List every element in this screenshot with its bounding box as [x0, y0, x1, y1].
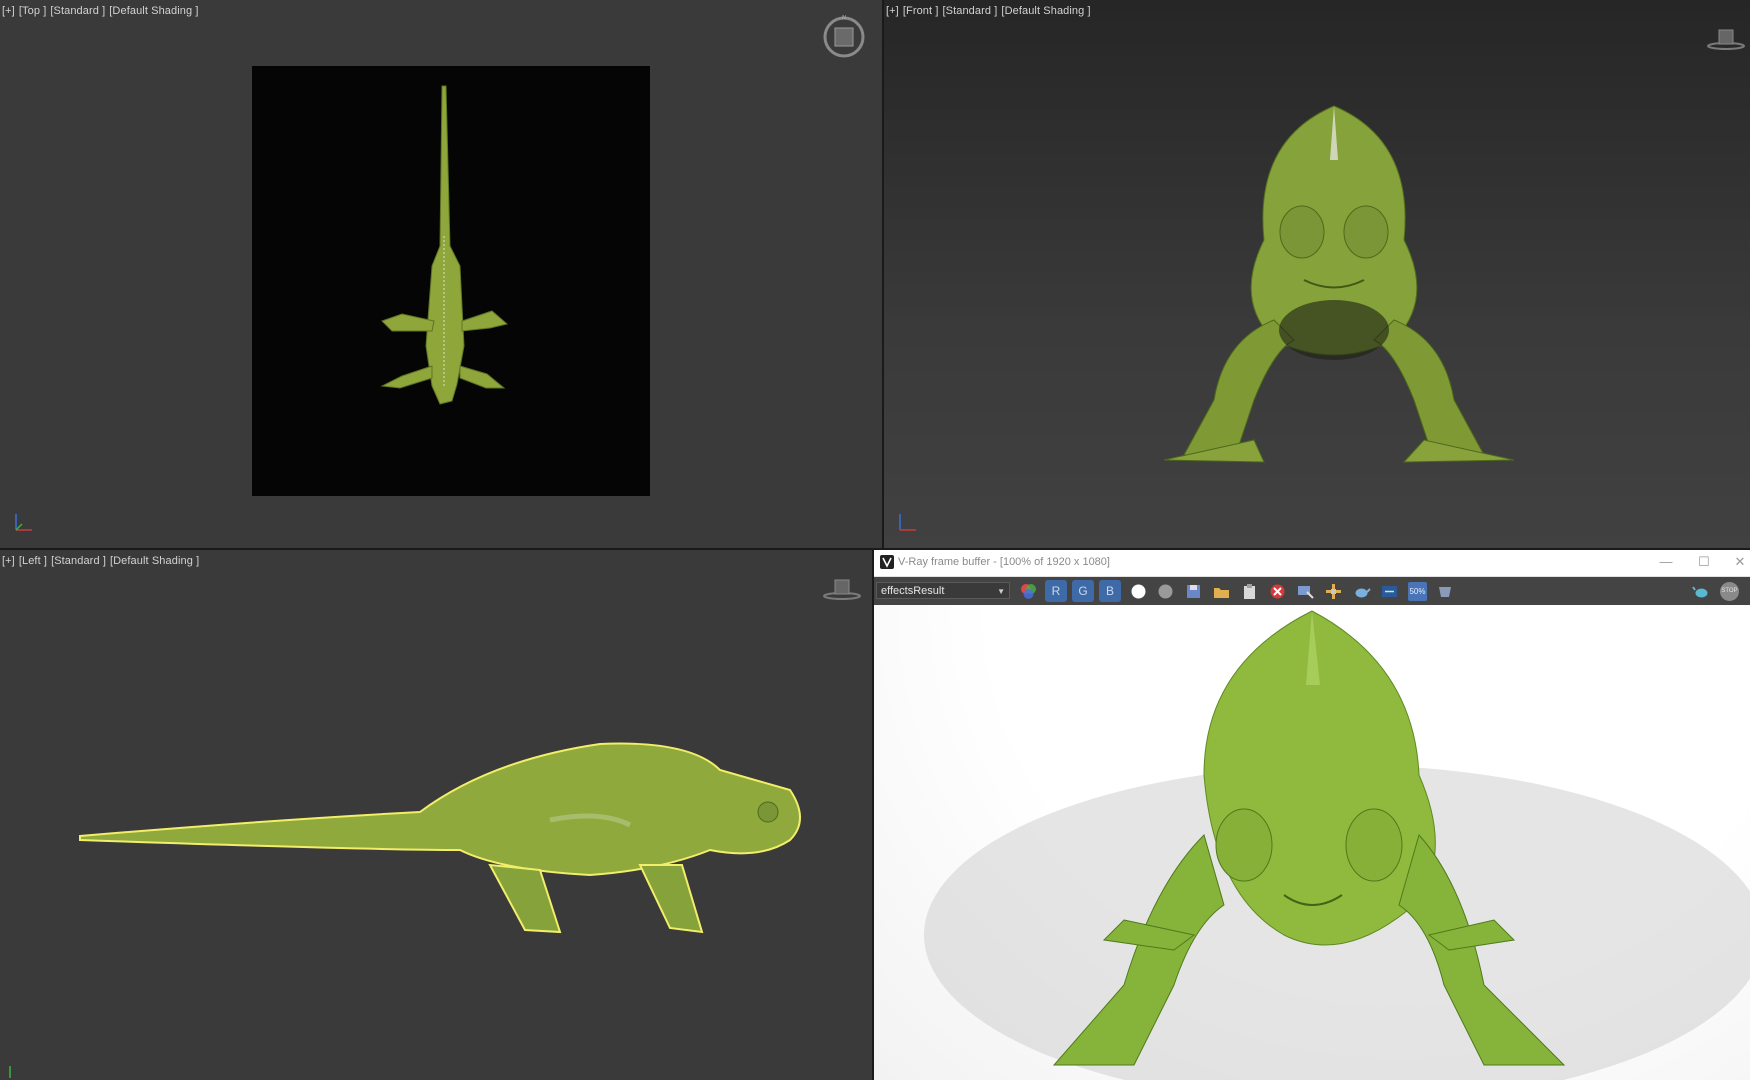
- viewport-standard[interactable]: [Standard ]: [943, 5, 998, 17]
- viewcube-icon[interactable]: N: [820, 13, 868, 61]
- track-mouse-icon[interactable]: [1296, 582, 1315, 601]
- viewport-menu-plus[interactable]: [+]: [2, 5, 15, 17]
- region-render-icon[interactable]: [1324, 582, 1343, 601]
- minimize-icon[interactable]: —: [1654, 552, 1678, 572]
- chevron-down-icon: ▼: [997, 587, 1005, 596]
- viewport-front[interactable]: [+] [Front ] [Standard ] [Default Shading ]: [884, 0, 1750, 548]
- chameleon-top-view[interactable]: [252, 66, 650, 496]
- render-channel-select[interactable]: effectsResult ▼: [876, 582, 1010, 599]
- color-corrections-icon[interactable]: [1019, 582, 1038, 601]
- viewport-shading[interactable]: [Default Shading ]: [1001, 5, 1090, 17]
- chameleon-side-view[interactable]: [70, 700, 810, 950]
- maximize-icon[interactable]: ☐: [1692, 552, 1716, 572]
- chameleon-render: [924, 610, 1750, 1080]
- teapot-render-icon[interactable]: [1352, 582, 1371, 601]
- render-image[interactable]: [874, 605, 1750, 1080]
- vfb-titlebar[interactable]: V-Ray frame buffer - [100% of 1920 x 108…: [874, 550, 1750, 577]
- vray-frame-buffer-window[interactable]: V-Ray frame buffer - [100% of 1920 x 108…: [874, 550, 1750, 1080]
- viewport-shading[interactable]: [Default Shading ]: [109, 5, 198, 17]
- render-teapot-icon[interactable]: [1692, 582, 1711, 601]
- viewport-standard[interactable]: [Standard ]: [50, 5, 105, 17]
- viewport-top[interactable]: [+] [Top ] [Standard ] [Default Shading ] N: [0, 0, 882, 548]
- viewport-point-of-view[interactable]: [Top ]: [19, 5, 47, 17]
- open-folder-icon[interactable]: [1212, 582, 1231, 601]
- axis-tripod-icon: [15, 514, 32, 531]
- viewport-label: [+] [Front ] [Standard ] [Default Shading ]: [886, 5, 1095, 17]
- viewport-point-of-view[interactable]: [Left ]: [19, 555, 47, 567]
- axis-tripod-icon: [9, 1066, 11, 1078]
- svg-text:N: N: [842, 15, 846, 21]
- history-icon[interactable]: [1436, 582, 1455, 601]
- viewport-label: [+] [Top ] [Standard ] [Default Shading ]: [2, 5, 203, 17]
- viewport-menu-plus[interactable]: [+]: [2, 555, 15, 567]
- vray-logo-icon: [880, 555, 894, 569]
- channel-green-button[interactable]: G: [1072, 580, 1094, 602]
- stop-render-icon[interactable]: STOP: [1720, 582, 1739, 601]
- axis-tripod-icon: [899, 514, 916, 531]
- viewport-standard[interactable]: [Standard ]: [51, 555, 106, 567]
- viewport-menu-plus[interactable]: [+]: [886, 5, 899, 17]
- viewport-label: [+] [Left ] [Standard ] [Default Shading ]: [2, 555, 203, 567]
- fifty-percent-icon[interactable]: 50%: [1408, 582, 1427, 601]
- channel-red-button[interactable]: R: [1045, 580, 1067, 602]
- channel-blue-button[interactable]: B: [1099, 580, 1121, 602]
- viewport-point-of-view[interactable]: [Front ]: [903, 5, 939, 17]
- vfb-title: V-Ray frame buffer - [100% of 1920 x 108…: [898, 556, 1110, 568]
- vfb-toolbar: effectsResult ▼ R G B 50% STOP: [874, 577, 1750, 605]
- viewcube-icon[interactable]: [1706, 24, 1746, 52]
- viewport-shading[interactable]: [Default Shading ]: [110, 555, 199, 567]
- viewcube-icon[interactable]: [822, 574, 862, 602]
- save-icon[interactable]: [1184, 582, 1203, 601]
- viewport-left[interactable]: [+] [Left ] [Standard ] [Default Shading ]: [0, 550, 872, 1080]
- chameleon-front-view[interactable]: [1104, 100, 1544, 470]
- white-circle-icon[interactable]: [1129, 582, 1148, 601]
- gray-circle-icon[interactable]: [1156, 582, 1175, 601]
- clear-icon[interactable]: [1268, 582, 1287, 601]
- close-icon[interactable]: ✕: [1728, 552, 1750, 572]
- lens-effects-icon[interactable]: [1380, 582, 1399, 601]
- clipboard-icon[interactable]: [1240, 582, 1259, 601]
